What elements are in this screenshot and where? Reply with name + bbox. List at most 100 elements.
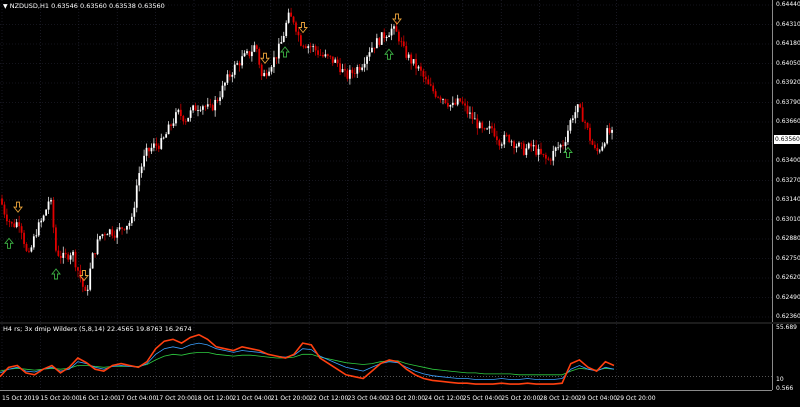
candle-body	[204, 106, 207, 108]
candle-body	[140, 166, 143, 174]
candle-body	[375, 38, 378, 49]
candle-body	[211, 104, 214, 111]
candle-body	[202, 106, 204, 110]
candle-body	[366, 56, 368, 64]
candle-body	[28, 250, 30, 252]
candle-body	[598, 150, 601, 152]
candle-body	[481, 122, 484, 129]
candle-body	[99, 236, 101, 240]
candle-body	[589, 127, 591, 141]
candle-body	[473, 118, 476, 120]
candle-body	[331, 56, 334, 63]
price-axis-label: 0.64050	[776, 59, 800, 67]
time-axis-label: 29 Oct 04:00	[578, 395, 618, 402]
indicator-axis-label-mid: 10	[776, 376, 784, 383]
indicator-pane[interactable]	[0, 324, 772, 390]
candle-body	[439, 97, 442, 100]
candle-body	[287, 12, 290, 23]
down-arrow-icon	[392, 13, 402, 25]
candle-body	[356, 67, 359, 74]
candle-body	[469, 112, 471, 114]
candle-body	[270, 67, 273, 72]
candle-body	[1, 198, 3, 205]
candle-body	[199, 109, 202, 111]
candle-body	[300, 35, 302, 46]
candle-body	[395, 26, 398, 32]
candle-body	[314, 46, 317, 51]
candle-body	[540, 148, 542, 154]
candle-body	[101, 234, 104, 237]
candle-body	[537, 148, 540, 155]
candle-body	[545, 154, 547, 159]
price-chart-canvas[interactable]	[0, 0, 772, 322]
time-axis-label: 22 Oct 12:00	[309, 395, 349, 402]
candle-body	[197, 110, 199, 111]
candle-body	[273, 57, 275, 68]
candle-body	[571, 118, 574, 121]
candle-body	[412, 59, 415, 64]
candle-body	[373, 47, 376, 49]
triangle-down-icon[interactable]: ▼	[3, 3, 8, 10]
candle-body	[567, 130, 569, 143]
candle-body	[554, 147, 557, 151]
down-arrow-icon	[298, 22, 308, 34]
candle-body	[194, 105, 197, 111]
candle-body	[246, 51, 248, 54]
candle-body	[417, 66, 420, 69]
time-axis-label: 21 Oct 20:00	[270, 395, 310, 402]
candle-body	[224, 82, 226, 86]
candle-body	[219, 97, 221, 101]
up-arrow-icon	[51, 268, 61, 280]
candle-body	[486, 128, 488, 130]
candle-body	[226, 74, 229, 83]
candle-body	[427, 79, 430, 85]
candle-body	[361, 67, 364, 70]
candle-body	[329, 55, 332, 57]
candle-body	[277, 43, 280, 59]
candle-body	[45, 209, 47, 216]
candle-body	[42, 215, 45, 221]
candle-body	[324, 54, 327, 57]
candle-body	[160, 138, 163, 149]
time-axis-label: 21 Oct 04:00	[232, 395, 272, 402]
price-chart-pane[interactable]	[0, 0, 772, 322]
candle-body	[447, 103, 449, 107]
up-arrow-icon	[4, 237, 14, 249]
time-axis-label: 29 Oct 20:00	[616, 395, 656, 402]
candle-body	[464, 103, 466, 106]
candle-body	[503, 134, 506, 145]
candle-body	[532, 145, 535, 147]
candle-body	[326, 54, 329, 56]
candle-body	[263, 73, 266, 77]
time-axis-label: 25 Oct 20:00	[501, 395, 541, 402]
candle-body	[608, 128, 611, 133]
candle-body	[84, 286, 87, 291]
candle-body	[515, 146, 518, 148]
chart-window[interactable]: ▼ NZDUSD,H1 0.63546 0.63560 0.63538 0.63…	[0, 0, 800, 406]
candle-body	[603, 143, 606, 147]
candle-body	[559, 144, 562, 148]
candle-body	[424, 76, 427, 80]
price-axis-label: 0.63140	[776, 196, 800, 203]
candle-body	[153, 143, 155, 148]
candle-body	[349, 69, 351, 79]
candle-body	[510, 141, 513, 143]
candle-body	[292, 16, 295, 23]
candle-body	[148, 147, 150, 152]
candle-body	[209, 104, 212, 106]
candle-body	[32, 236, 35, 248]
candle-body	[586, 122, 589, 128]
candle-body	[214, 99, 217, 111]
candle-body	[449, 105, 452, 107]
indicator-canvas[interactable]	[0, 324, 772, 390]
candle-body	[518, 142, 520, 147]
candle-body	[145, 147, 148, 156]
candle-body	[275, 57, 278, 59]
candle-body	[317, 50, 319, 55]
candle-body	[591, 140, 594, 145]
price-axis-label: 0.63660	[776, 118, 800, 125]
candle-body	[25, 244, 28, 251]
candle-body	[388, 35, 390, 38]
candle-body	[143, 155, 145, 167]
candle-body	[557, 147, 560, 149]
